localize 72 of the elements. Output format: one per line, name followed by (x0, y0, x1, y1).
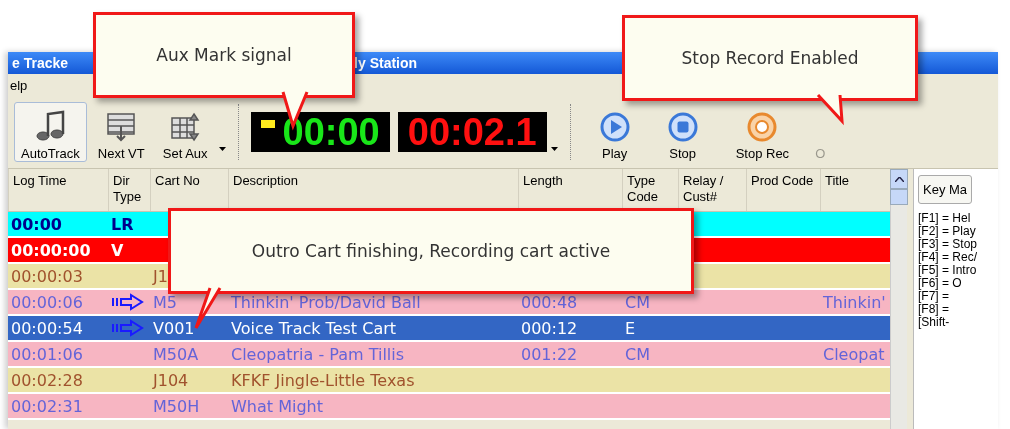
callout-tooltip: Stop Record Enabled (622, 15, 918, 101)
key-shortcut-text: [F8] = (918, 303, 950, 316)
table-cell-text: Cleopatria - Pam Tillis (231, 344, 405, 364)
key-shortcut-text: [F4] = Rec/ (918, 251, 979, 264)
table-cell-text: Thinkin' Prob/David Ball (231, 292, 421, 312)
table-cell-text: 00:00:54 (11, 318, 83, 338)
table-cell-text: Voice Track Test Cart (231, 318, 397, 338)
transport-button[interactable]: Stop Rec (718, 102, 807, 162)
key-shortcut-text: [F5] = Intro (918, 264, 978, 277)
key-shortcut-text: [F6] = O (918, 277, 963, 290)
key-shortcut-text: [F7] = (918, 290, 950, 303)
play-icon (599, 112, 630, 142)
window-title: ly Station (354, 55, 418, 71)
remaining-counter: 00:02.1 (397, 112, 547, 152)
table-cell-text: M5 (153, 292, 177, 312)
table-cell-text: CM (625, 292, 650, 312)
caret-icon[interactable] (550, 147, 558, 151)
key-shortcut-text: [Shift- (918, 316, 951, 329)
toolbar-button[interactable]: Set Aux (155, 102, 215, 162)
table-cell-text: 00:02:31 (11, 396, 83, 416)
column-header[interactable]: Dir Type (108, 169, 150, 211)
table-cell-text: V (111, 240, 124, 260)
callout-tooltip: Outro Cart finishing, Recording cart active (168, 208, 694, 294)
scroll-up-button[interactable] (890, 169, 908, 189)
toolbar-button[interactable]: Next VT (90, 102, 152, 162)
table-cell-text: 00:00:03 (11, 266, 83, 286)
table-cell-text: Thinkin' (823, 292, 886, 312)
table-cell-text: 00:00:00 (11, 240, 91, 260)
table-cell-text: CM (625, 344, 650, 364)
log-row[interactable]: 00:00:54 V001 Voice Track Test Cart 000:12 E (8, 316, 890, 342)
callout-pointer (816, 93, 844, 126)
table-cell-text: 00:00 (11, 214, 62, 234)
table-cell-text: J1 (153, 266, 168, 286)
elapsed-counter: 00:00 (250, 112, 390, 152)
column-header[interactable]: Log Time (8, 169, 108, 211)
toolbar-button[interactable]: AutoTrack (14, 102, 87, 162)
log-row[interactable]: 00:02:28 J104 KFKF Jingle-Little Texas (8, 368, 890, 394)
stop-icon (667, 112, 698, 142)
callout-pointer (194, 286, 222, 330)
table-cell-text: What Might (231, 396, 323, 416)
record-icon (747, 112, 778, 142)
table-cell-text: 001:22 (521, 344, 578, 364)
key-shortcut-text: [F3] = Stop (918, 238, 979, 251)
table-cell-text: V001 (153, 318, 195, 338)
list-down-arrow-icon (106, 112, 137, 142)
music-note-icon (35, 110, 66, 142)
table-cell-text: 00:01:06 (11, 344, 83, 364)
window-title: e Tracke (12, 55, 69, 71)
key-shortcut-text: [F2] = Play (918, 225, 977, 238)
table-cell-text: M50H (153, 396, 200, 416)
table-cell-text: Cleopat (823, 344, 885, 364)
column-header[interactable]: Prod Code (746, 169, 820, 211)
menu-item[interactable]: elp (10, 77, 28, 93)
table-cell-text: M50A (153, 344, 199, 364)
key-shortcut-text: [F1] = Hel (918, 212, 972, 225)
table-cell-text: 00:02:28 (11, 370, 83, 390)
table-cell-text: 00:00:06 (11, 292, 83, 312)
callout-tooltip: Aux Mark signal (93, 12, 355, 98)
table-cell-text: J104 (153, 370, 189, 390)
table-cell-text: 000:12 (521, 318, 578, 338)
transport-button[interactable]: Stop (650, 102, 715, 162)
table-cell-text: E (625, 318, 636, 338)
scroll-thumb[interactable] (890, 189, 908, 205)
column-header[interactable]: Title (820, 169, 888, 211)
table-cell-text: 000:48 (521, 292, 578, 312)
transport-button[interactable]: Play (582, 102, 647, 162)
table-cell-text: KFKF Jingle-Little Texas (231, 370, 415, 390)
table-cell-text: LR (111, 214, 134, 234)
caret-icon[interactable] (218, 147, 226, 151)
panel-tab[interactable]: Key Ma (918, 175, 973, 204)
grid-arrows-icon (170, 112, 201, 142)
chevron-up-icon (894, 176, 904, 182)
